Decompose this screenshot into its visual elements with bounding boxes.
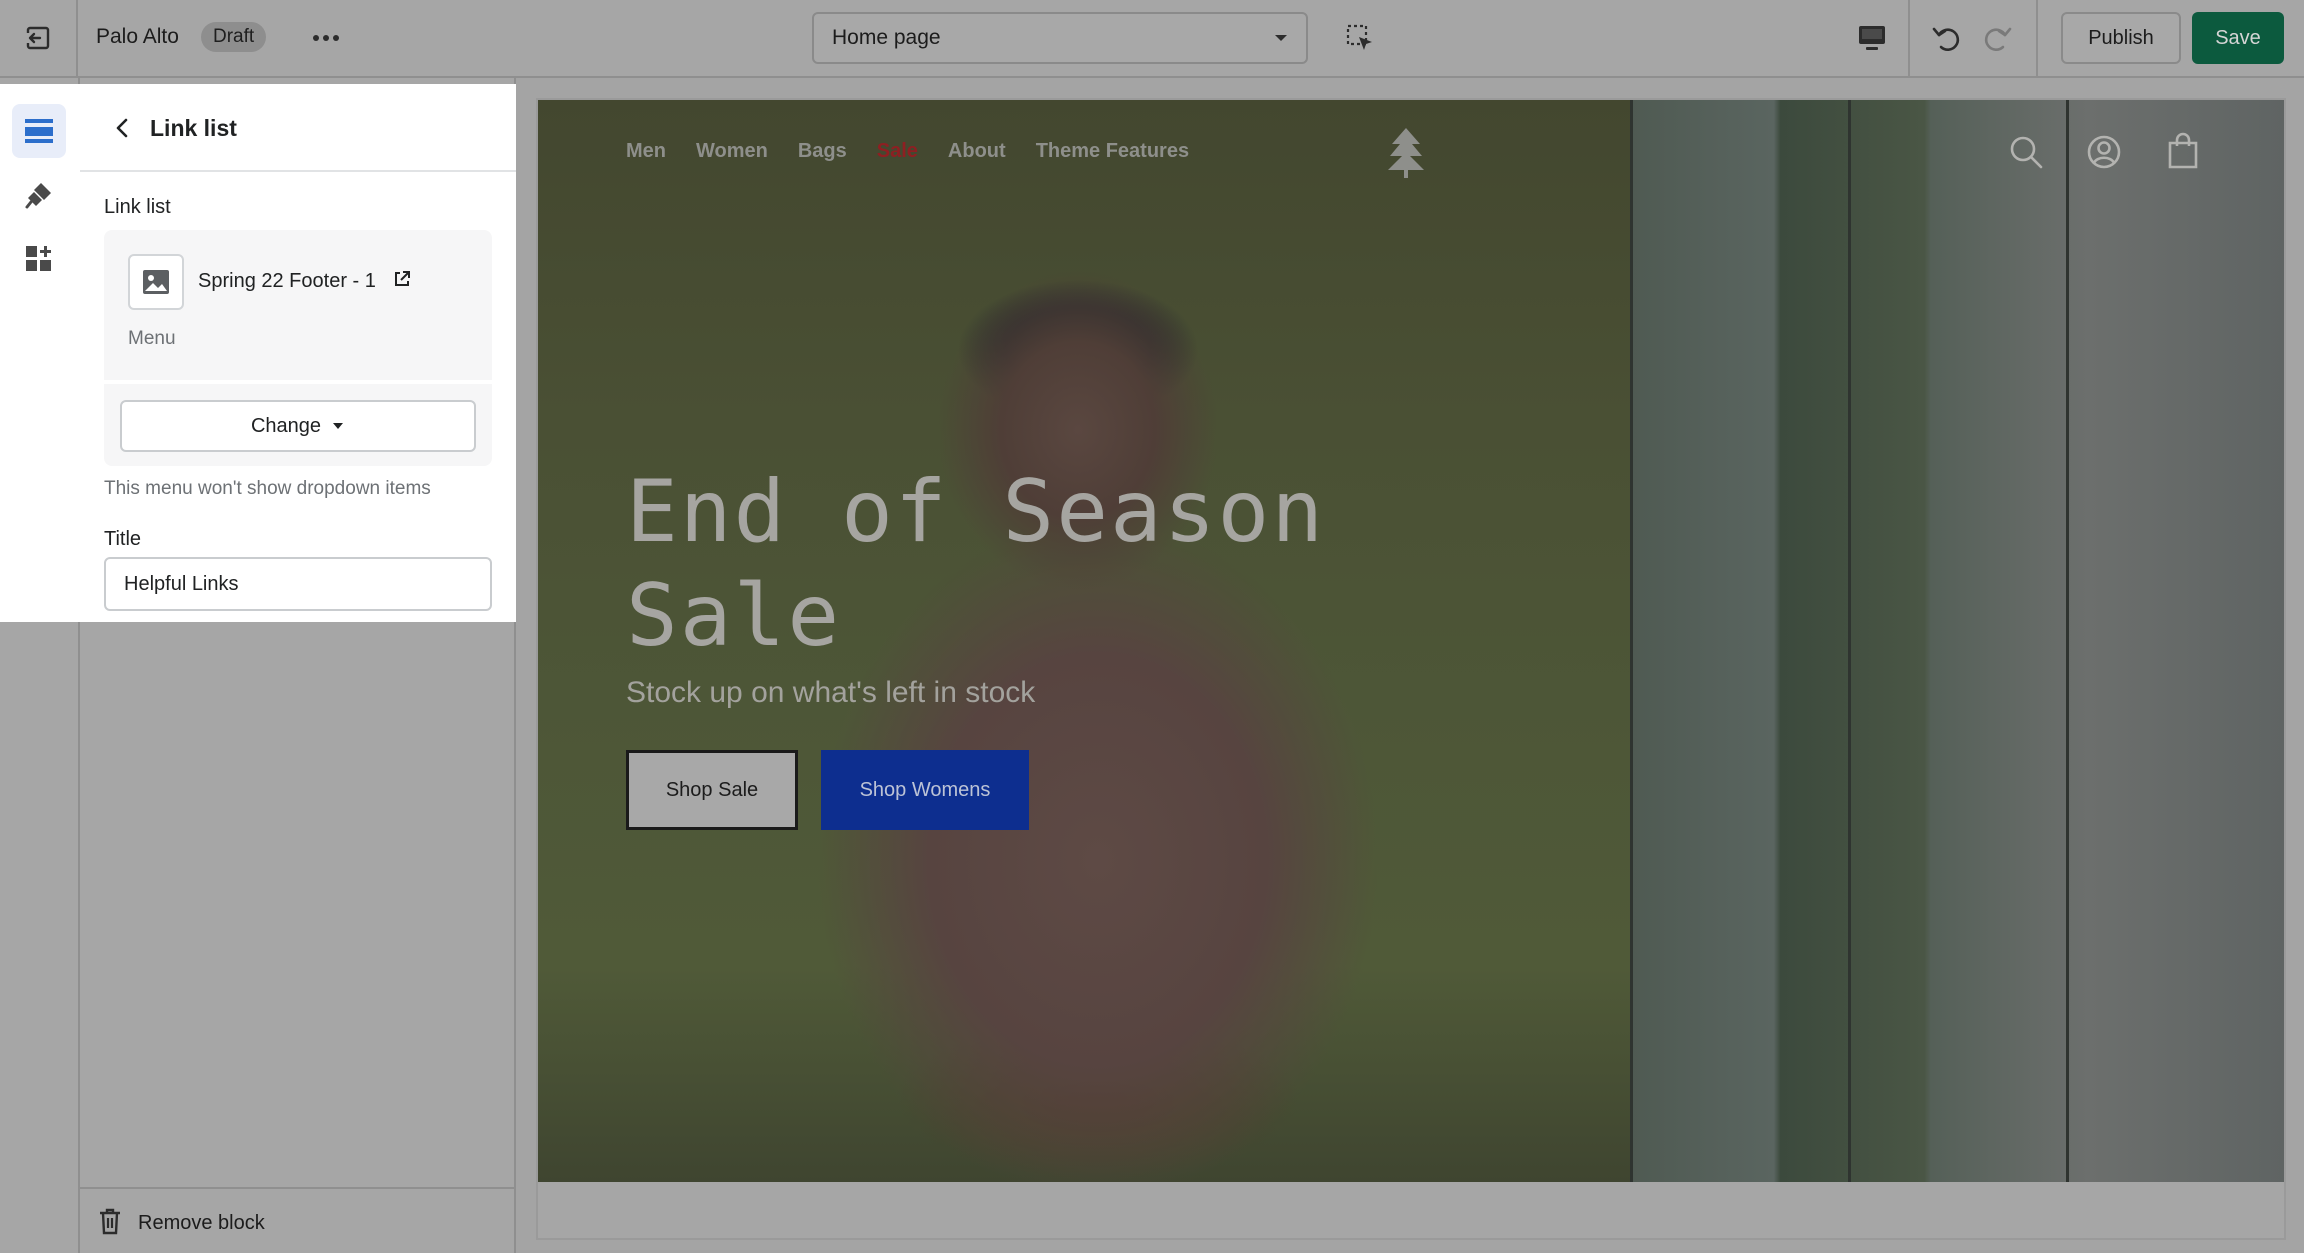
panel-header: Link list <box>80 84 516 172</box>
image-icon <box>143 270 169 294</box>
desktop-icon <box>1859 26 1885 50</box>
exit-editor-button[interactable] <box>0 0 78 76</box>
caret-down-icon <box>333 423 344 429</box>
image-divider <box>1848 100 1851 1182</box>
nav-link-bags[interactable]: Bags <box>798 140 847 163</box>
nav-link-women[interactable]: Women <box>696 140 768 163</box>
status-badge: Draft <box>201 22 267 52</box>
external-link-icon[interactable] <box>393 270 411 288</box>
select-element-icon <box>1346 24 1372 50</box>
hero-image-models <box>1630 100 2284 1182</box>
panel-title: Link list <box>150 115 237 141</box>
redo-icon <box>1984 27 2012 51</box>
nav-link-theme-features[interactable]: Theme Features <box>1036 140 1189 163</box>
remove-block-button[interactable]: Remove block <box>80 1187 516 1253</box>
chevron-left-icon <box>116 118 128 138</box>
change-button-label: Change <box>250 414 322 437</box>
top-bar: Palo Alto Draft Home page Publish Save <box>0 0 2304 78</box>
paint-brush-icon <box>25 183 51 209</box>
store-name: Palo Alto <box>96 25 179 48</box>
save-button[interactable]: Save <box>2192 12 2284 64</box>
help-text: This menu won't show dropdown items <box>104 478 431 499</box>
menu-name-link[interactable]: Spring 22 Footer - 1 <box>198 270 376 293</box>
menu-type-label: Menu <box>128 328 176 349</box>
rail-sections-button[interactable] <box>12 104 66 158</box>
shop-womens-button[interactable]: Shop Womens <box>821 750 1029 830</box>
publish-button[interactable]: Publish <box>2061 12 2181 64</box>
rail-theme-settings-button[interactable] <box>12 168 66 222</box>
store-nav: Men Women Bags Sale About Theme Features <box>626 140 1189 163</box>
nav-link-sale[interactable]: Sale <box>877 140 918 163</box>
hero-subtitle: Stock up on what's left in stock <box>626 676 1036 709</box>
shopping-bag-icon[interactable] <box>2166 132 2200 170</box>
image-divider <box>2066 100 2069 1182</box>
block-settings-panel: Link list Link list Spring 22 Footer - 1… <box>80 84 516 622</box>
hero-banner[interactable]: Men Women Bags Sale About Theme Features… <box>538 100 2284 1182</box>
card-divider <box>104 380 492 384</box>
toolbar-divider <box>1908 0 1910 76</box>
link-list-label: Link list <box>104 196 171 218</box>
inspector-button[interactable] <box>1338 16 1382 60</box>
caret-down-icon <box>1275 35 1287 41</box>
tree-logo-icon[interactable] <box>1382 124 1430 180</box>
remove-block-label: Remove block <box>138 1212 265 1234</box>
nav-link-men[interactable]: Men <box>626 140 666 163</box>
sections-icon <box>25 119 53 143</box>
back-button[interactable] <box>100 106 144 150</box>
more-horizontal-icon <box>313 35 339 41</box>
menu-thumbnail <box>128 254 184 310</box>
undo-icon <box>1932 27 1960 51</box>
redo-button[interactable] <box>1976 16 2020 60</box>
nav-link-about[interactable]: About <box>948 140 1006 163</box>
exit-icon <box>26 26 50 50</box>
rail-apps-button[interactable] <box>12 232 66 286</box>
change-menu-button[interactable]: Change <box>120 400 476 452</box>
undo-button[interactable] <box>1924 16 1968 60</box>
account-icon[interactable] <box>2086 134 2122 170</box>
search-icon[interactable] <box>2008 134 2044 170</box>
add-apps-icon <box>26 246 51 271</box>
more-actions-button[interactable] <box>304 16 348 60</box>
toolbar-divider <box>2036 0 2038 76</box>
page-selector-value: Home page <box>832 26 941 49</box>
shop-sale-button[interactable]: Shop Sale <box>626 750 798 830</box>
hero-title: End of Season Sale <box>626 462 1326 666</box>
editor-rail-highlight <box>0 84 80 622</box>
page-selector[interactable]: Home page <box>812 12 1308 64</box>
desktop-preview-button[interactable] <box>1850 16 1894 60</box>
image-divider <box>1630 100 1633 1182</box>
menu-picker-card: Spring 22 Footer - 1 Menu Change <box>104 230 492 466</box>
title-field-label: Title <box>104 528 142 550</box>
trash-icon <box>100 1208 120 1235</box>
title-input[interactable] <box>104 557 492 611</box>
